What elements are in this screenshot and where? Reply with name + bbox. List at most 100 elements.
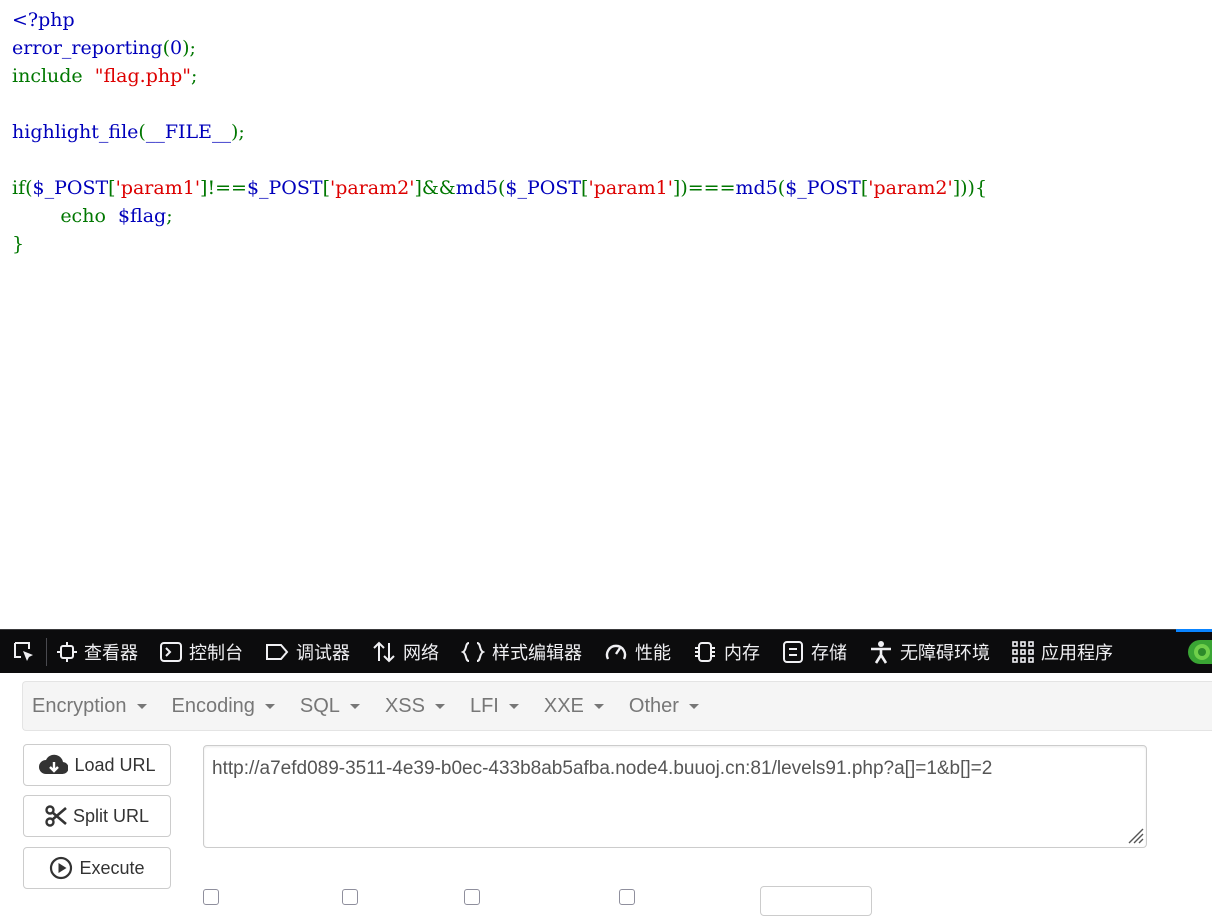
split-url-label: Split URL (72, 805, 150, 826)
tab-label: 调试器 (296, 643, 350, 664)
tab-accessibility[interactable]: 无障碍环境 (869, 630, 990, 674)
devtools-toolbar: 查看器 控制台 调试器 网络 样式编辑器 性能 内存 存储 无障碍环境 应用程序 (0, 629, 1212, 674)
code-token: highlight_file (12, 121, 139, 143)
hackbar-extension-icon[interactable] (1188, 640, 1212, 664)
application-icon (1012, 641, 1034, 663)
active-tab-indicator (1176, 629, 1212, 632)
accessibility-icon (871, 641, 891, 664)
scissors-icon (45, 805, 67, 827)
cloud-download-icon (39, 754, 69, 775)
code-token: ; (191, 65, 198, 87)
caret-down-icon (349, 703, 360, 709)
code-token: <?php (12, 9, 75, 31)
menu-other[interactable]: Other (620, 682, 708, 730)
execute-label: Execute (79, 857, 145, 878)
code-token: __FILE__ (145, 121, 232, 143)
menu-label: Encryption (32, 694, 127, 717)
performance-icon (605, 644, 627, 660)
code-token: ; (166, 205, 173, 227)
code-token: ( (138, 121, 146, 143)
code-token: ])=== (672, 177, 736, 199)
menu-xss[interactable]: XSS (376, 682, 454, 730)
code-token: echo (12, 205, 118, 227)
tab-label: 存储 (811, 643, 847, 664)
tab-memory[interactable]: 内存 (693, 630, 760, 674)
tab-label: 无障碍环境 (900, 643, 990, 664)
option-input[interactable] (760, 886, 872, 916)
tab-performance[interactable]: 性能 (604, 630, 671, 674)
checkbox[interactable] (203, 889, 219, 905)
code-token: if( (12, 177, 33, 199)
menu-sql[interactable]: SQL (291, 682, 369, 730)
menu-label: Encoding (171, 694, 255, 717)
menu-label: XXE (543, 694, 584, 717)
execute-button[interactable]: Execute (23, 847, 171, 889)
tab-application[interactable]: 应用程序 (1012, 630, 1113, 674)
load-url-label: Load URL (74, 754, 156, 775)
inspector-icon (57, 642, 77, 662)
menu-encryption[interactable]: Encryption (23, 682, 156, 730)
tab-debugger[interactable]: 调试器 (265, 630, 350, 674)
code-line: include "flag.php"; (12, 62, 987, 90)
hackbar-panel: Encryption Encoding SQL XSS LFI XXE Othe… (0, 673, 1212, 916)
url-textarea[interactable]: http://a7efd089-3511-4e39-b0ec-433b8ab5a… (203, 745, 1147, 848)
code-line: error_reporting(0); (12, 34, 987, 62)
option-referrer[interactable] (342, 889, 358, 905)
caret-down-icon (434, 703, 445, 709)
style-editor-icon (461, 642, 485, 662)
code-line: echo $flag; (12, 202, 987, 230)
code-token: error_reporting (12, 37, 163, 59)
tab-network[interactable]: 网络 (372, 630, 439, 674)
option-post-data[interactable] (203, 889, 219, 905)
option-cookies[interactable] (619, 889, 635, 905)
play-circle-icon (50, 856, 73, 880)
code-token: 0 (169, 37, 183, 59)
code-token: $_POST (505, 177, 582, 199)
storage-icon (783, 641, 803, 663)
caret-down-icon (264, 703, 275, 709)
tab-console[interactable]: 控制台 (160, 630, 243, 674)
element-picker-button[interactable] (10, 630, 38, 674)
split-url-button[interactable]: Split URL (23, 795, 171, 837)
source-code-view: <?php error_reporting(0); include "flag.ph… (12, 6, 987, 258)
checkbox[interactable] (342, 889, 358, 905)
tab-label: 内存 (724, 643, 760, 664)
menu-label: XSS (384, 694, 425, 717)
menu-label: LFI (469, 694, 499, 717)
option-user-agent[interactable] (464, 889, 480, 905)
tab-inspector[interactable]: 查看器 (57, 630, 138, 674)
network-icon (373, 641, 395, 663)
tab-label: 应用程序 (1041, 643, 1113, 664)
caret-down-icon (593, 703, 604, 709)
code-token: $_POST (32, 177, 109, 199)
code-token: [ (322, 177, 330, 199)
menu-lfi[interactable]: LFI (461, 682, 528, 730)
element-picker-icon (14, 642, 33, 661)
checkbox[interactable] (464, 889, 480, 905)
code-token: ); (182, 37, 196, 59)
code-token: } (12, 233, 25, 255)
url-text: http://a7efd089-3511-4e39-b0ec-433b8ab5a… (212, 758, 993, 779)
tab-style-editor[interactable]: 样式编辑器 (461, 630, 582, 674)
code-line: <?php (12, 6, 987, 34)
tab-label: 样式编辑器 (492, 643, 582, 664)
code-token: include (12, 65, 95, 87)
code-line: highlight_file(__FILE__); (12, 118, 987, 146)
code-line: if($_POST['param1']!==$_POST['param2']&&… (12, 174, 987, 202)
tab-label: 性能 (635, 643, 671, 664)
menu-xxe[interactable]: XXE (535, 682, 613, 730)
console-icon (160, 642, 182, 662)
checkbox[interactable] (619, 889, 635, 905)
code-token: $_POST (785, 177, 861, 199)
code-line: } (12, 230, 987, 258)
caret-down-icon (136, 703, 147, 709)
tab-label: 网络 (403, 643, 439, 664)
menu-encoding[interactable]: Encoding (163, 682, 284, 730)
code-token: 'param1' (588, 177, 673, 199)
code-token: ( (162, 37, 170, 59)
tab-storage[interactable]: 存储 (782, 630, 847, 674)
load-url-button[interactable]: Load URL (23, 744, 171, 786)
resize-grip-icon[interactable] (1124, 824, 1144, 844)
